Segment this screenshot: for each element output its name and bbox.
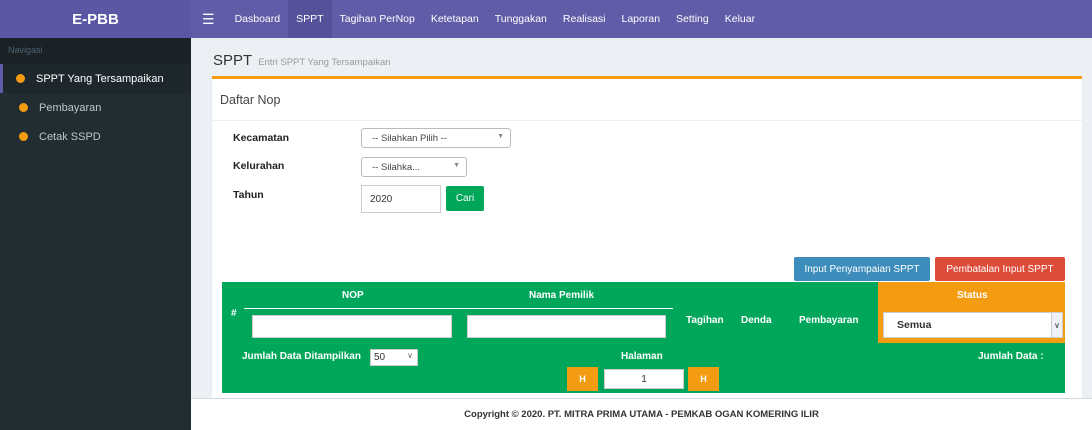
pembatalan-input-button[interactable]: Pembatalan Input SPPT <box>935 257 1065 281</box>
halaman-label: Halaman <box>621 351 663 362</box>
sidebar-item-label: Cetak SSPD <box>39 130 101 143</box>
app-logo[interactable]: E-PBB <box>0 0 191 38</box>
nop-filter-input[interactable] <box>252 315 452 338</box>
circle-icon <box>19 132 28 141</box>
th-tagihan: Tagihan <box>686 315 724 326</box>
copyright-text: Copyright © 2020. PT. MITRA PRIMA UTAMA … <box>464 409 819 420</box>
nav-realisasi[interactable]: Realisasi <box>555 0 614 38</box>
sidebar-item-sppt-tersampaikan[interactable]: SPPT Yang Tersampaikan <box>0 64 191 93</box>
divider <box>212 120 1082 121</box>
nav-tagihan-pernop[interactable]: Tagihan PerNop <box>332 0 423 38</box>
th-pembayaran: Pembayaran <box>799 315 859 326</box>
nav-tunggakan[interactable]: Tunggakan <box>487 0 555 38</box>
page-number-input[interactable]: 1 <box>604 369 684 389</box>
sidebar-header: Navigasi <box>0 38 191 64</box>
prev-page-icon[interactable]: H <box>567 367 598 391</box>
jumlah-data-label: Jumlah Data : <box>978 351 1044 362</box>
circle-icon <box>19 103 28 112</box>
box-title: Daftar Nop <box>220 93 281 107</box>
kecamatan-select[interactable]: -- Silahkan Pilih -- ▼ <box>361 128 511 148</box>
cari-button[interactable]: Cari <box>446 186 484 211</box>
menu-toggle-icon[interactable]: ☰ <box>191 11 227 28</box>
chevron-down-icon: ∨ <box>407 351 413 360</box>
circle-icon <box>16 74 25 83</box>
divider <box>462 308 673 309</box>
main-content: SPPT Entri SPPT Yang Tersampaikan Daftar… <box>191 38 1092 430</box>
daftar-nop-box: Daftar Nop Kecamatan -- Silahkan Pilih -… <box>212 76 1082 413</box>
th-nop: NOP <box>342 290 364 301</box>
chevron-down-icon: ▼ <box>453 162 460 169</box>
kelurahan-label: Kelurahan <box>233 160 285 172</box>
status-value: Semua <box>897 319 932 331</box>
th-denda: Denda <box>741 315 772 326</box>
per-page-value: 50 <box>374 352 386 363</box>
th-status: Status <box>957 290 988 301</box>
th-nama-pemilik: Nama Pemilik <box>529 290 595 301</box>
nav-ketetapan[interactable]: Ketetapan <box>423 0 487 38</box>
sidebar-item-cetak-sspd[interactable]: Cetak SSPD <box>0 122 191 151</box>
per-page-select[interactable]: 50 ∨ <box>370 349 418 366</box>
chevron-down-icon: ▼ <box>497 133 504 140</box>
page-title: SPPT <box>213 52 253 69</box>
per-page-label: Jumlah Data Ditampilkan <box>242 351 361 362</box>
input-penyampaian-button[interactable]: Input Penyampaian SPPT <box>794 257 930 281</box>
status-select[interactable]: Semua ∨ <box>883 312 1063 338</box>
th-number: # <box>231 308 237 319</box>
footer: Copyright © 2020. PT. MITRA PRIMA UTAMA … <box>191 398 1092 430</box>
sidebar: Navigasi SPPT Yang Tersampaikan Pembayar… <box>0 38 191 430</box>
nav-dasboard[interactable]: Dasboard <box>227 0 289 38</box>
nav-keluar[interactable]: Keluar <box>717 0 763 38</box>
kecamatan-label: Kecamatan <box>233 132 290 144</box>
chevron-down-icon: ∨ <box>1051 313 1062 337</box>
top-navbar: ☰ Dasboard SPPT Tagihan PerNop Ketetapan… <box>191 0 1092 38</box>
tahun-input[interactable]: 2020 <box>361 185 441 213</box>
page-subtitle: Entri SPPT Yang Tersampaikan <box>258 57 391 68</box>
nama-filter-input[interactable] <box>467 315 666 338</box>
kecamatan-value: -- Silahkan Pilih -- <box>372 132 447 144</box>
nop-table: # NOP Nama Pemilik Tagihan Denda Pembaya… <box>222 282 1065 393</box>
kelurahan-select[interactable]: -- Silahka... ▼ <box>361 157 467 177</box>
nav-laporan[interactable]: Laporan <box>614 0 669 38</box>
tahun-label: Tahun <box>233 189 264 201</box>
next-page-icon[interactable]: H <box>688 367 719 391</box>
nav-sppt[interactable]: SPPT <box>288 0 332 38</box>
sidebar-item-pembayaran[interactable]: Pembayaran <box>0 93 191 122</box>
page-header: SPPT Entri SPPT Yang Tersampaikan <box>213 52 391 69</box>
sidebar-item-label: Pembayaran <box>39 101 102 114</box>
sidebar-item-label: SPPT Yang Tersampaikan <box>36 72 164 85</box>
kelurahan-value: -- Silahka... <box>372 161 421 173</box>
nav-setting[interactable]: Setting <box>668 0 717 38</box>
